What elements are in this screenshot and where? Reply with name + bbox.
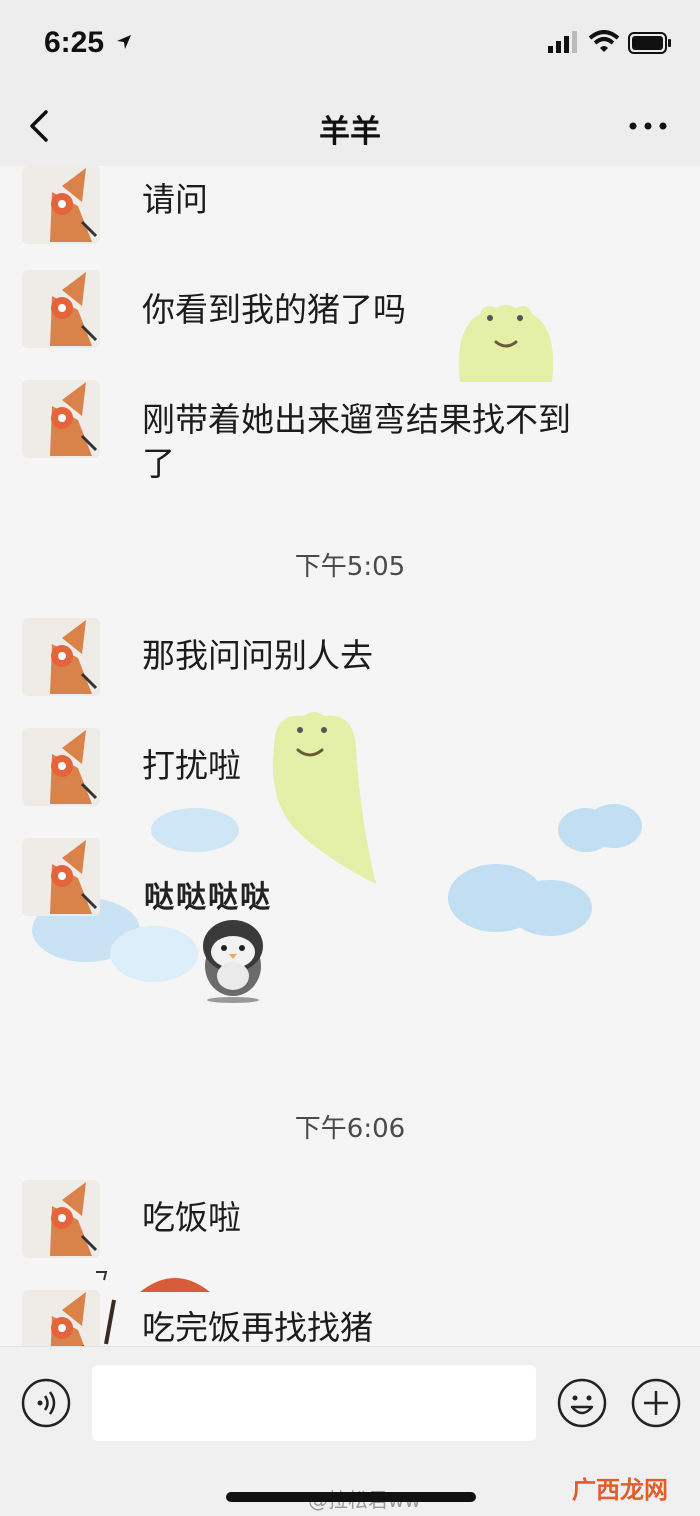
signal-icon <box>548 31 577 53</box>
add-icon[interactable] <box>630 1377 682 1429</box>
avatar[interactable] <box>22 380 100 458</box>
cloud-decoration <box>558 804 642 852</box>
site-watermark-logo: 广西龙网 <box>572 1476 668 1504</box>
avatar[interactable] <box>22 166 100 244</box>
wifi-icon <box>588 30 620 52</box>
status-time: 6:25 <box>44 26 105 59</box>
voice-input-icon[interactable] <box>20 1377 72 1429</box>
message-input[interactable] <box>92 1365 536 1441</box>
avatar[interactable] <box>22 270 100 348</box>
avatar[interactable] <box>22 618 100 696</box>
fox-avatar-icon <box>50 1182 98 1256</box>
cloud-decoration <box>151 808 239 852</box>
chat-title: 羊羊 <box>319 114 381 150</box>
message-text: 那我问问别人去 <box>142 636 373 675</box>
avatar[interactable] <box>22 1180 100 1258</box>
status-bar: 6:25 <box>0 0 700 88</box>
fox-avatar-icon <box>50 620 98 694</box>
fox-avatar-icon <box>50 840 98 914</box>
cloud-decoration <box>448 864 592 936</box>
chat-area[interactable]: 请问 你看到我的猪了吗 刚带着她出来遛弯结果找不到了 下午5:05 那我问问别人… <box>0 166 700 1346</box>
avatar[interactable] <box>22 838 100 916</box>
message-text: 刚带着她出来遛弯结果找不到了 <box>142 400 571 483</box>
message-text: 打扰啦 <box>142 746 241 785</box>
home-indicator[interactable] <box>226 1492 476 1502</box>
penguin-sticker-icon[interactable] <box>196 916 270 1004</box>
message-text: 你看到我的猪了吗 <box>142 290 406 329</box>
message-text: 吃饭啦 <box>142 1198 241 1237</box>
fox-avatar-icon <box>50 730 98 804</box>
frog-ghost-sticker-icon <box>272 712 376 884</box>
sticker-caption: 哒哒哒哒 <box>144 880 272 915</box>
nav-bar: 羊羊 <box>0 88 700 166</box>
more-options-icon[interactable] <box>628 118 668 134</box>
fox-avatar-icon <box>50 168 98 242</box>
message-text: 请问 <box>142 180 208 219</box>
battery-icon <box>628 32 671 54</box>
avatar[interactable] <box>22 728 100 806</box>
timestamp: 下午5:05 <box>294 552 406 582</box>
fox-avatar-icon <box>50 382 98 456</box>
location-arrow-icon <box>117 35 131 49</box>
timestamp: 下午6:06 <box>294 1114 406 1144</box>
emoji-icon[interactable] <box>556 1377 608 1429</box>
fox-avatar-icon <box>50 272 98 346</box>
avatar[interactable] <box>22 1290 100 1346</box>
message-text: 吃完饭再找找猪 <box>142 1308 373 1346</box>
fox-avatar-icon <box>50 1292 86 1346</box>
red-hat-decoration <box>140 1278 210 1292</box>
